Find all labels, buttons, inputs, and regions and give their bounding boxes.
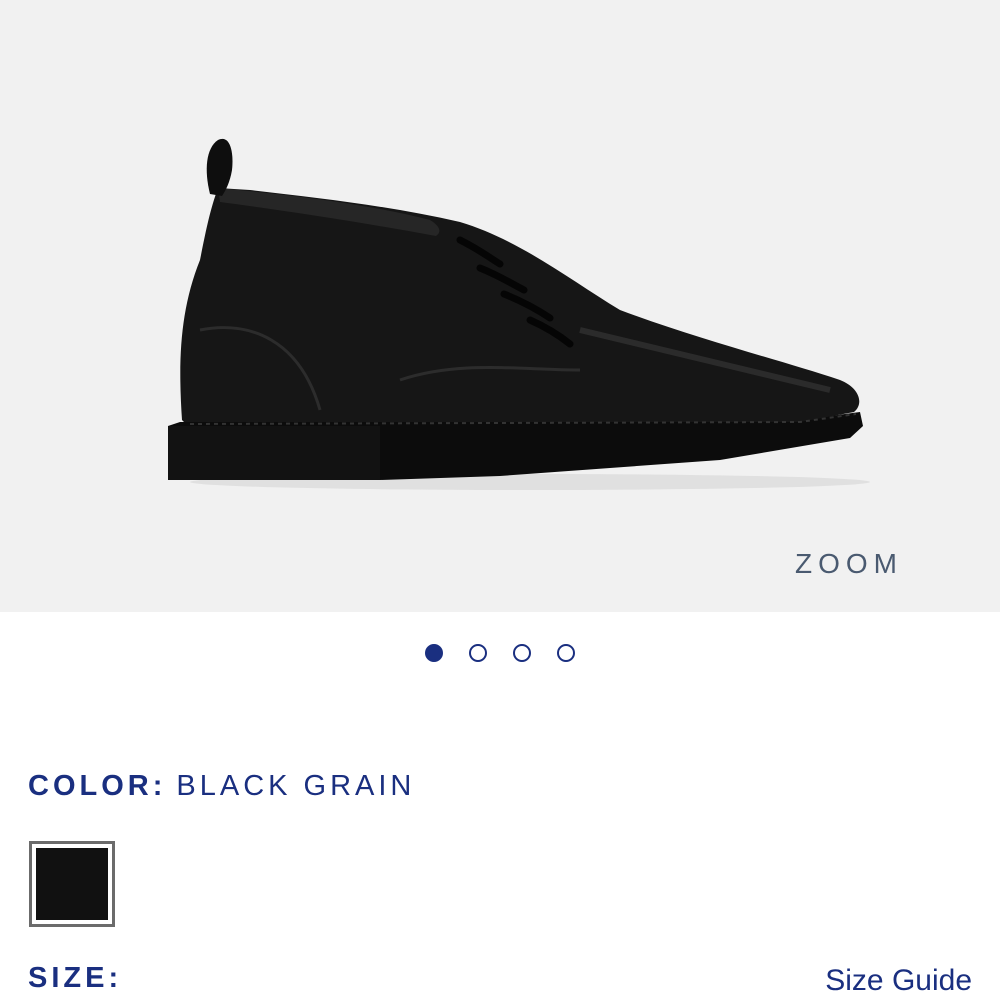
gallery-dot-3[interactable] <box>513 644 531 662</box>
color-swatch-black-grain[interactable] <box>29 841 115 927</box>
size-guide-link[interactable]: Size Guide <box>825 964 972 998</box>
size-label: SIZE: <box>28 962 123 994</box>
gallery-dot-2[interactable] <box>469 644 487 662</box>
color-label: COLOR: <box>28 770 167 802</box>
boot-product-image <box>168 138 870 490</box>
product-image-gallery[interactable]: ZOOM <box>0 0 1000 612</box>
gallery-dot-4[interactable] <box>557 644 575 662</box>
gallery-dot-1[interactable] <box>425 644 443 662</box>
gallery-pagination <box>0 644 1000 662</box>
color-value: BLACK GRAIN <box>176 770 416 802</box>
swatch-texture <box>36 848 108 920</box>
zoom-button[interactable]: ZOOM <box>795 548 903 580</box>
color-selector-heading: COLOR: BLACK GRAIN <box>28 770 415 803</box>
